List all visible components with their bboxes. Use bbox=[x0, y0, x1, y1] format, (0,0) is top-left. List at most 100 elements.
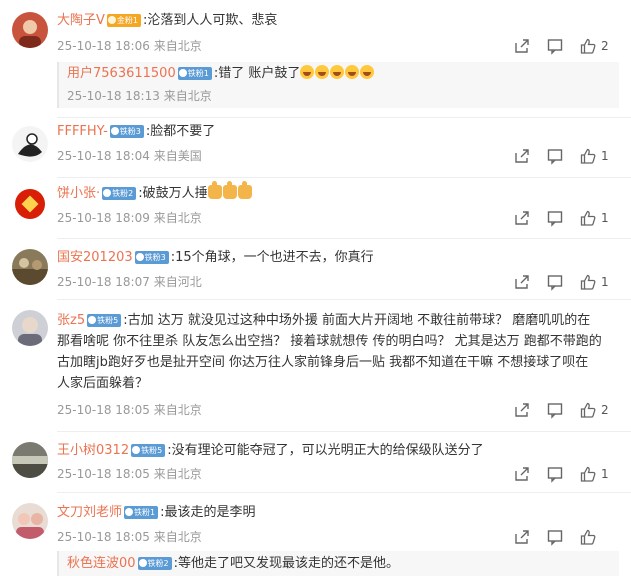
comment-icon bbox=[547, 403, 563, 419]
reply-body: :错了 账户鼓了 bbox=[213, 66, 301, 81]
thumbs-up-emoji-icon bbox=[237, 181, 252, 199]
comment-item: 王小树0312 铁粉5:没有理论可能夺冠了，可以光明正大的给保级队送分了 25-1… bbox=[0, 432, 631, 493]
like-button[interactable] bbox=[579, 273, 597, 291]
share-icon bbox=[515, 530, 529, 544]
like-button[interactable] bbox=[579, 209, 597, 227]
comment-actions: 1 bbox=[513, 209, 617, 227]
comment-button[interactable] bbox=[546, 401, 564, 419]
username[interactable]: 大陶子V bbox=[57, 13, 105, 28]
avatar[interactable] bbox=[12, 249, 48, 285]
comment-icon bbox=[547, 149, 563, 165]
like-icon bbox=[580, 38, 596, 54]
share-button[interactable] bbox=[513, 147, 531, 165]
username[interactable]: FFFFHY- bbox=[57, 124, 108, 139]
comment-text: 大陶子V 金粉1:沦落到人人可欺、悲哀 bbox=[57, 9, 619, 33]
comment-meta: 25-10-18 18:09 来自北京 bbox=[57, 209, 202, 227]
avatar[interactable] bbox=[12, 503, 48, 539]
fan-badge[interactable]: 铁粉3 bbox=[109, 125, 144, 138]
share-icon bbox=[515, 275, 529, 289]
username[interactable]: 国安201203 bbox=[57, 250, 133, 265]
reply-meta: 25-10-18 18:13 来自北京 bbox=[67, 87, 212, 105]
comment-button[interactable] bbox=[546, 209, 564, 227]
comment-meta: 25-10-18 18:05 来自北京 bbox=[57, 401, 202, 419]
share-button[interactable] bbox=[513, 37, 531, 55]
comment-icon bbox=[547, 211, 563, 227]
comment-icon bbox=[547, 530, 563, 546]
avatar[interactable] bbox=[12, 12, 48, 48]
comment-button[interactable] bbox=[546, 37, 564, 55]
fan-badge-icon bbox=[178, 69, 187, 77]
like-icon bbox=[580, 529, 596, 545]
share-button[interactable] bbox=[513, 465, 531, 483]
fan-badge[interactable]: 铁粉3 bbox=[134, 251, 169, 264]
avatar[interactable] bbox=[12, 442, 48, 478]
fan-badge-icon bbox=[107, 16, 116, 24]
comment-actions: 1 bbox=[513, 273, 617, 291]
fan-badge[interactable]: 铁粉1 bbox=[177, 67, 212, 80]
share-button[interactable] bbox=[513, 528, 531, 546]
fan-badge[interactable]: 铁粉5 bbox=[131, 444, 166, 457]
laugh-emoji-icon bbox=[345, 65, 360, 79]
avatar[interactable] bbox=[12, 310, 48, 346]
reply-box: 用户7563611500 铁粉1:错了 账户鼓了 25-10-18 18:13 来… bbox=[57, 62, 619, 108]
comment-button[interactable] bbox=[546, 273, 564, 291]
like-button[interactable] bbox=[579, 37, 597, 55]
fan-badge-icon bbox=[103, 189, 112, 197]
comment-button[interactable] bbox=[546, 147, 564, 165]
reply-username[interactable]: 用户7563611500 bbox=[67, 66, 176, 81]
laugh-emoji-icon bbox=[330, 65, 345, 79]
fan-badge[interactable]: 金粉1 bbox=[106, 14, 141, 27]
timestamp: 25-10-18 18:05 bbox=[57, 467, 150, 481]
like-icon bbox=[580, 148, 596, 164]
share-button[interactable] bbox=[513, 209, 531, 227]
comment-body: :沦落到人人可欺、悲哀 bbox=[143, 13, 278, 28]
comment-item: 大陶子V 金粉1:沦落到人人可欺、悲哀 25-10-18 18:06 来自北京 2… bbox=[0, 0, 631, 120]
reply-username[interactable]: 秋色连波00 bbox=[67, 556, 136, 571]
comment-icon bbox=[547, 39, 563, 55]
timestamp: 25-10-18 18:09 bbox=[57, 211, 150, 225]
timestamp: 25-10-18 18:06 bbox=[57, 39, 150, 53]
fan-badge[interactable]: 铁粉2 bbox=[102, 187, 137, 200]
location: 来自北京 bbox=[153, 39, 202, 53]
avatar[interactable] bbox=[12, 126, 48, 162]
fan-badge-icon bbox=[138, 559, 147, 567]
reply-text: 秋色连波00 铁粉2:等他走了吧又发现最该走的还不是他。 bbox=[67, 553, 611, 575]
fan-badge-icon bbox=[132, 446, 141, 454]
like-icon bbox=[580, 210, 596, 226]
share-button[interactable] bbox=[513, 401, 531, 419]
location: 来自北京 bbox=[153, 403, 202, 417]
comment-button[interactable] bbox=[546, 528, 564, 546]
share-icon bbox=[515, 467, 529, 481]
fan-badge-icon bbox=[110, 127, 119, 135]
comment-item: 国安201203 铁粉3:15个角球，一个也进不去，你真行 25-10-18 18… bbox=[0, 239, 631, 300]
username[interactable]: 王小树0312 bbox=[57, 443, 129, 458]
username[interactable]: 饼小张· bbox=[57, 186, 100, 201]
laugh-emoji-icon bbox=[315, 65, 330, 79]
comment-meta: 25-10-18 18:06 来自北京 bbox=[57, 37, 202, 55]
like-button[interactable] bbox=[579, 401, 597, 419]
like-button[interactable] bbox=[579, 147, 597, 165]
username[interactable]: 张z5 bbox=[57, 313, 85, 328]
comment-text: 国安201203 铁粉3:15个角球，一个也进不去，你真行 bbox=[57, 246, 619, 270]
like-button[interactable] bbox=[579, 528, 597, 546]
like-button[interactable] bbox=[579, 465, 597, 483]
like-count: 1 bbox=[601, 467, 609, 481]
location: 来自北京 bbox=[153, 211, 202, 225]
fan-badge[interactable]: 铁粉2 bbox=[137, 557, 172, 570]
share-icon bbox=[515, 39, 529, 53]
comment-body: :古加 达万 就没见过这种中场外援 前面大片开阔地 不敢往前带球？ 磨磨叽叽的在 bbox=[123, 313, 591, 328]
username[interactable]: 文刀刘老师 bbox=[57, 505, 122, 520]
share-icon bbox=[515, 149, 529, 163]
comment-button[interactable] bbox=[546, 465, 564, 483]
comment-icon bbox=[547, 467, 563, 483]
comment-body: :没有理论可能夺冠了，可以光明正大的给保级队送分了 bbox=[167, 443, 484, 458]
fan-badge-icon bbox=[135, 253, 144, 261]
comment-item: 饼小张· 铁粉2:破鼓万人捶 25-10-18 18:09 来自北京 1 bbox=[0, 178, 631, 239]
like-count: 1 bbox=[601, 275, 609, 289]
share-button[interactable] bbox=[513, 273, 531, 291]
like-icon bbox=[580, 466, 596, 482]
fan-badge[interactable]: 铁粉1 bbox=[124, 506, 159, 519]
avatar[interactable] bbox=[12, 186, 48, 222]
fan-badge[interactable]: 铁粉5 bbox=[87, 314, 122, 327]
comment-meta: 25-10-18 18:07 来自河北 bbox=[57, 273, 202, 291]
